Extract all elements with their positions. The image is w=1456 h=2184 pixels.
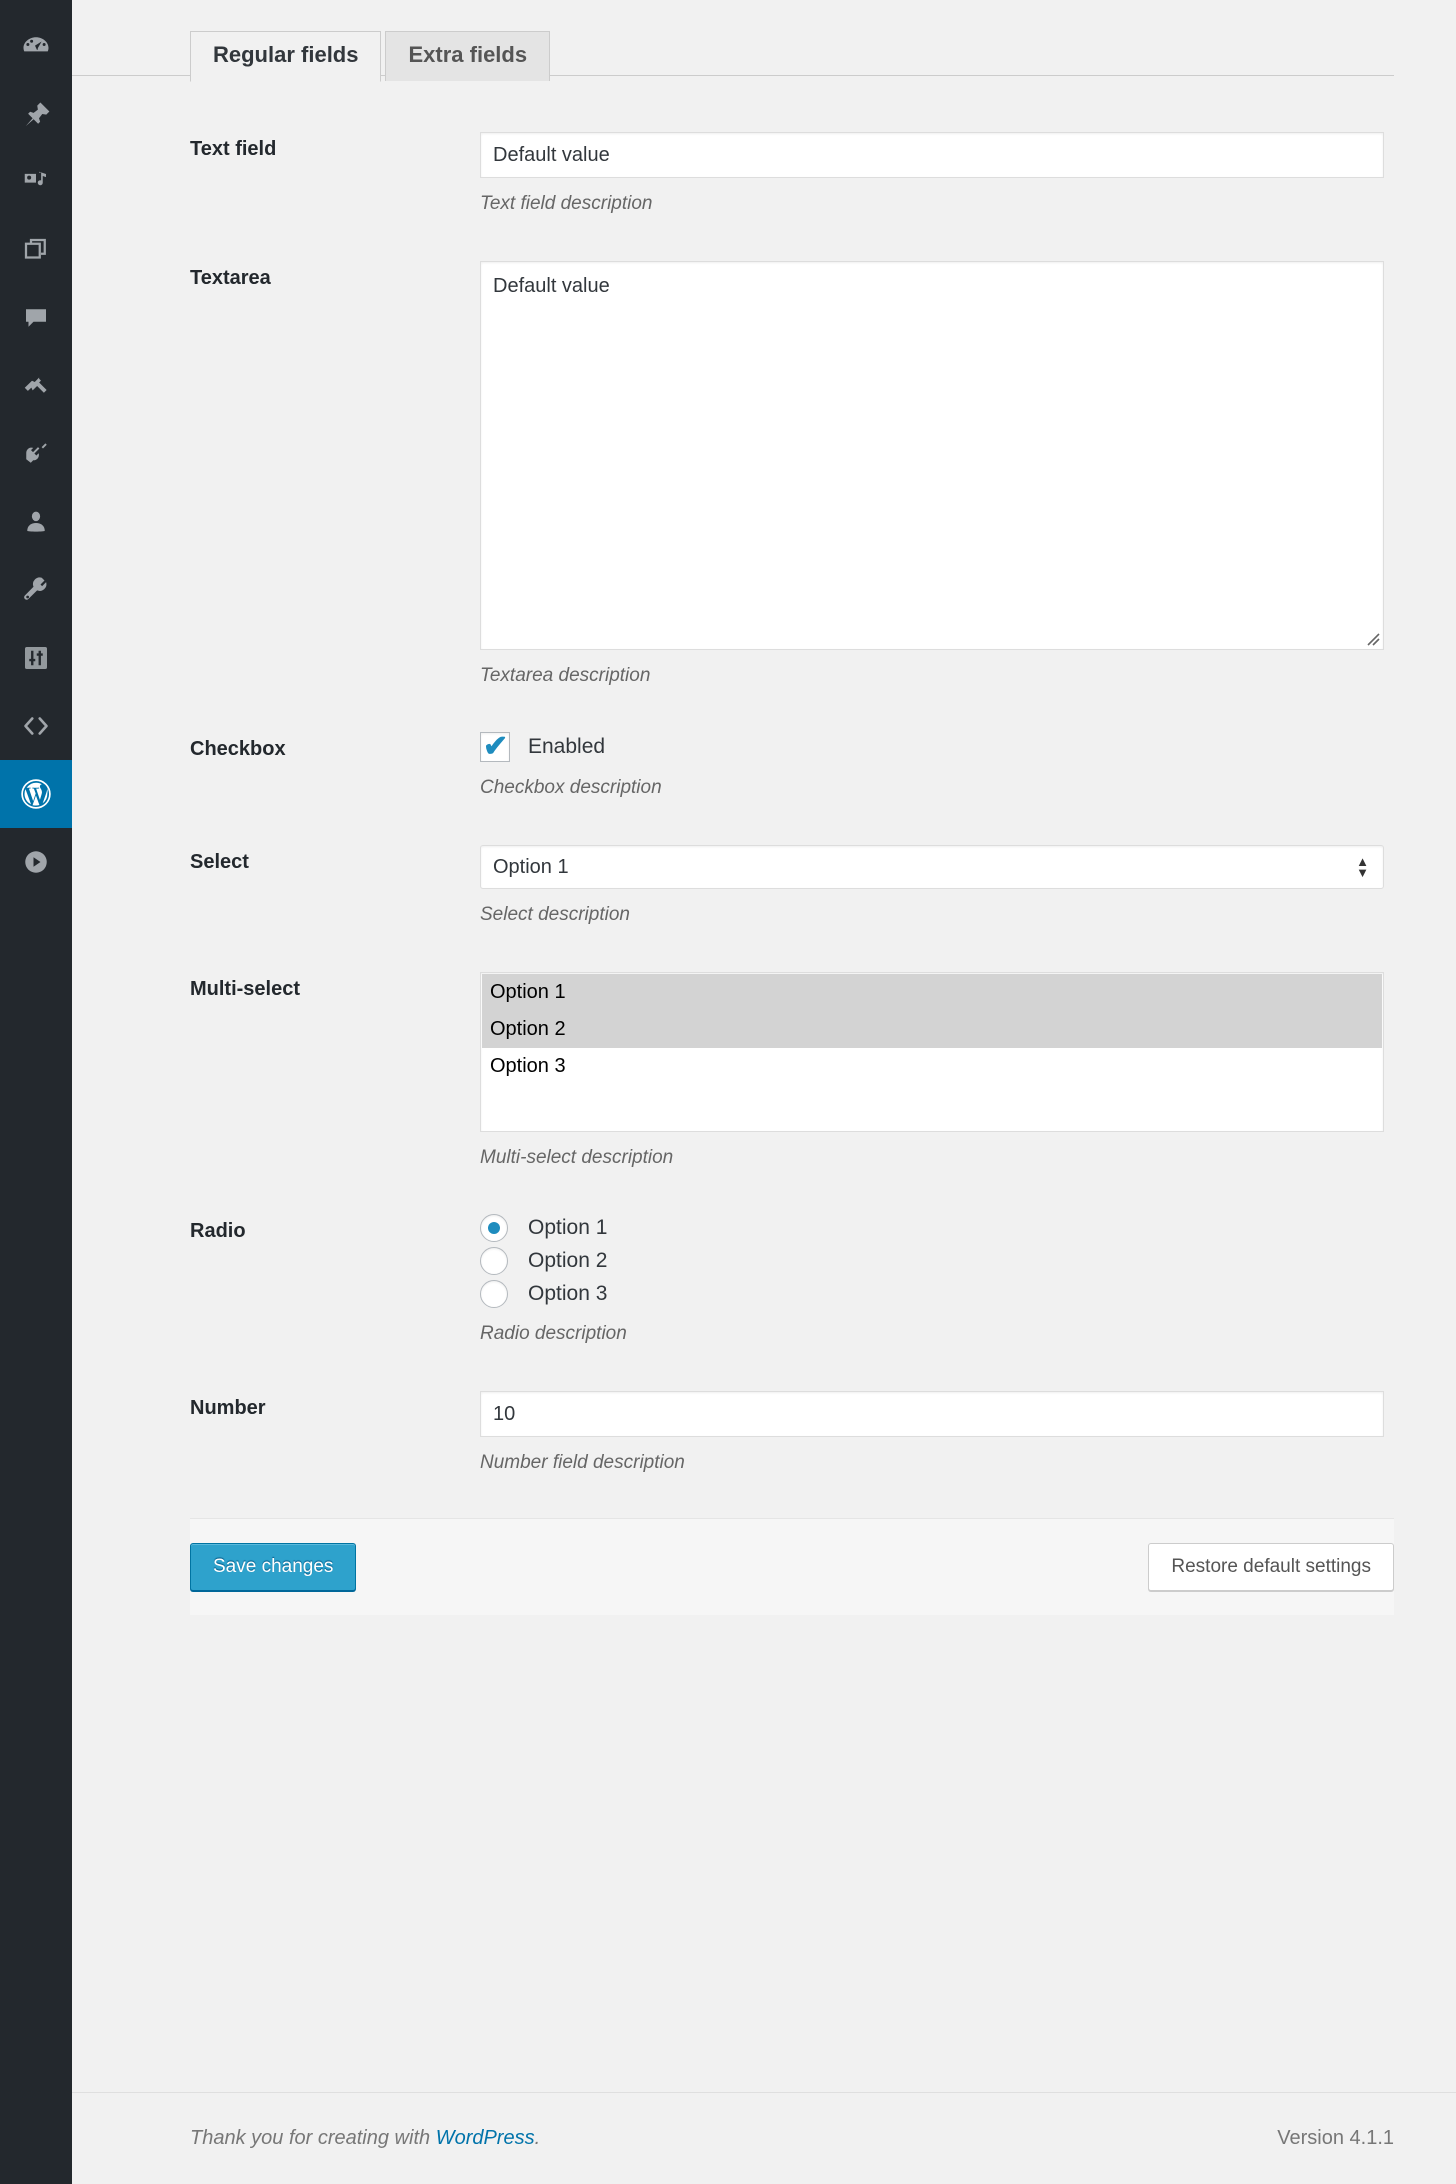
sidebar-item-comments[interactable] xyxy=(0,284,72,352)
text-input[interactable] xyxy=(480,132,1384,178)
user-icon xyxy=(21,507,51,537)
play-circle-icon xyxy=(21,847,51,877)
radio-row[interactable]: Option 3 xyxy=(480,1280,1384,1309)
field-row-textarea: Textarea Default value Textarea descript… xyxy=(190,239,1394,711)
media-icon xyxy=(21,167,51,197)
settings-form-table: Text field Text field description Textar… xyxy=(190,110,1394,1498)
radio-option-label[interactable]: Option 1 xyxy=(528,1216,607,1240)
sliders-icon xyxy=(21,643,51,673)
label-select: Select xyxy=(190,851,249,874)
field-row-number: Number Number field description xyxy=(190,1369,1394,1498)
radio-description: Radio description xyxy=(480,1323,627,1345)
radio-input[interactable] xyxy=(480,1247,508,1276)
wordpress-link[interactable]: WordPress xyxy=(436,2127,535,2149)
wrench-icon xyxy=(21,575,51,605)
label-number: Number xyxy=(190,1397,266,1420)
admin-sidebar xyxy=(0,0,80,2184)
label-checkbox: Checkbox xyxy=(190,738,286,761)
wordpress-icon xyxy=(19,777,53,811)
sidebar-item-pages[interactable] xyxy=(0,216,72,284)
field-row-text: Text field Text field description xyxy=(190,110,1394,239)
code-icon xyxy=(21,711,51,741)
textarea-holder: Default value xyxy=(480,260,1384,650)
submit-bar: Save changes Restore default settings xyxy=(190,1517,1394,1615)
sidebar-item-posts[interactable] xyxy=(0,80,72,148)
restore-defaults-button[interactable]: Restore default settings xyxy=(1148,1542,1394,1591)
tab-regular-fields[interactable]: Regular fields xyxy=(190,31,382,82)
label-multiselect: Multi-select xyxy=(190,977,301,1000)
radio-row[interactable]: Option 2 xyxy=(480,1247,1384,1276)
sidebar-item-wordpress[interactable] xyxy=(0,760,80,828)
comment-icon xyxy=(21,303,51,333)
sidebar-item-plugins[interactable] xyxy=(0,420,72,488)
sidebar-item-settings[interactable] xyxy=(0,624,72,692)
settings-tabs: Regular fields Extra fields xyxy=(72,0,1394,82)
field-row-radio: Radio Option 1 Option 2 Option 3 Radio d… xyxy=(190,1192,1394,1369)
admin-footer: Thank you for creating with WordPress. V… xyxy=(72,2092,1456,2184)
cell-multiselect: Option 1 Option 2 Option 3 Multi-select … xyxy=(480,950,1394,1193)
paintbrush-icon xyxy=(21,371,51,401)
cell-textarea: Default value Textarea description xyxy=(480,239,1394,711)
footer-thanks-prefix: Thank you for creating with xyxy=(190,2127,436,2149)
footer-version: Version 4.1.1 xyxy=(1277,2127,1394,2149)
textarea-input[interactable]: Default value xyxy=(480,260,1384,650)
sidebar-item-tools[interactable] xyxy=(0,556,72,624)
footer-thanks-suffix: . xyxy=(534,2127,541,2149)
number-field-description: Number field description xyxy=(480,1452,685,1474)
tab-extra-fields[interactable]: Extra fields xyxy=(385,31,551,81)
number-input[interactable] xyxy=(480,1391,1384,1438)
pages-icon xyxy=(21,235,51,265)
field-row-select: Select Option 1 ▲ ▼ Select description xyxy=(190,823,1394,950)
field-row-multiselect: Multi-select Option 1 Option 2 Option 3 … xyxy=(190,950,1394,1193)
label-radio: Radio xyxy=(190,1220,246,1243)
sidebar-item-dashboard[interactable] xyxy=(0,12,72,80)
select-arrows-icon: ▲ ▼ xyxy=(1356,854,1369,881)
select-description: Select description xyxy=(480,904,630,926)
label-textarea: Textarea xyxy=(190,266,271,289)
radio-input[interactable] xyxy=(480,1280,508,1309)
select-dropdown[interactable]: Option 1 ▲ ▼ xyxy=(480,845,1384,890)
textarea-description: Textarea description xyxy=(480,664,651,686)
sidebar-item-code[interactable] xyxy=(0,692,72,760)
select-selected-value: Option 1 xyxy=(493,855,569,878)
check-icon: ✔ xyxy=(483,730,509,764)
multiselect-option[interactable]: Option 3 xyxy=(482,1048,1382,1085)
dashboard-icon xyxy=(21,31,51,61)
cell-radio: Option 1 Option 2 Option 3 Radio descrip… xyxy=(480,1192,1394,1369)
radio-row[interactable]: Option 1 xyxy=(480,1214,1384,1243)
cell-number: Number field description xyxy=(480,1369,1394,1498)
radio-option-label[interactable]: Option 3 xyxy=(528,1282,607,1306)
text-field-description: Text field description xyxy=(480,193,653,214)
sidebar-item-media-player[interactable] xyxy=(0,828,72,896)
settings-page-wrap: Regular fieldsExtra fields Text field Te… xyxy=(72,0,1456,2184)
multiselect-option[interactable]: Option 2 xyxy=(482,1010,1382,1048)
checkbox-description: Checkbox description xyxy=(480,777,662,799)
multiselect-listbox[interactable]: Option 1 Option 2 Option 3 xyxy=(480,971,1384,1132)
cell-checkbox: ✔ Enabled Checkbox description xyxy=(480,710,1394,823)
pin-icon xyxy=(21,99,51,129)
field-row-checkbox: Checkbox ✔ Enabled Checkbox description xyxy=(190,710,1394,823)
cell-select: Option 1 ▲ ▼ Select description xyxy=(480,823,1394,950)
multiselect-description: Multi-select description xyxy=(480,1146,674,1168)
sidebar-item-users[interactable] xyxy=(0,488,72,556)
multiselect-option[interactable]: Option 1 xyxy=(482,973,1382,1011)
checkbox-option-label[interactable]: Enabled xyxy=(528,735,605,759)
cell-text-field: Text field description xyxy=(480,110,1394,239)
radio-option-label[interactable]: Option 2 xyxy=(528,1249,607,1273)
checkbox-input[interactable]: ✔ xyxy=(480,730,510,764)
admin-page: Regular fieldsExtra fields Text field Te… xyxy=(0,0,1456,2184)
plug-icon xyxy=(21,439,51,469)
radio-input[interactable] xyxy=(480,1214,508,1243)
checkbox-row[interactable]: ✔ Enabled xyxy=(480,730,1384,764)
save-changes-button[interactable]: Save changes xyxy=(190,1542,357,1591)
label-text-field: Text field xyxy=(190,138,277,160)
sidebar-item-appearance[interactable] xyxy=(0,352,72,420)
sidebar-item-media[interactable] xyxy=(0,148,72,216)
footer-thanks: Thank you for creating with WordPress. xyxy=(190,2127,540,2150)
